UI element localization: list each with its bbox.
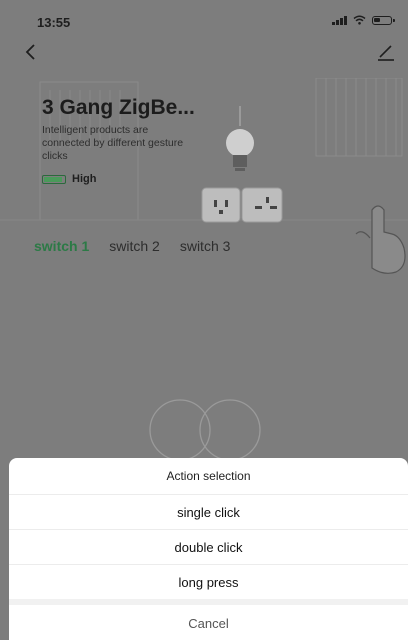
gesture-rings-icon <box>149 399 261 458</box>
action-sheet-title: Action selection <box>9 458 408 495</box>
battery-icon <box>372 15 395 25</box>
option-double-click[interactable]: double click <box>9 530 408 565</box>
app-screen: 13:55 3 Gang ZigBe... Intelligent produc… <box>0 0 408 640</box>
action-sheet: Action selection single click double cli… <box>9 458 408 640</box>
lightbulb-icon <box>226 106 254 171</box>
tab-switch-3[interactable]: switch 3 <box>180 238 231 254</box>
status-bar: 13:55 <box>0 0 408 40</box>
device-name: 3 Gang ZigBe... <box>42 96 195 119</box>
signal-icon <box>332 15 347 25</box>
battery-status: High <box>42 173 96 185</box>
option-single-click[interactable]: single click <box>9 495 408 530</box>
tab-switch-2[interactable]: switch 2 <box>109 238 160 254</box>
option-long-press[interactable]: long press <box>9 565 408 599</box>
hand-icon <box>355 205 406 274</box>
wifi-icon <box>353 15 366 25</box>
battery-level-icon <box>42 174 66 184</box>
battery-level-label: High <box>72 173 97 185</box>
switch-tabs: switch 1 switch 2 switch 3 <box>34 238 250 254</box>
tab-switch-1[interactable]: switch 1 <box>34 238 89 254</box>
status-icons <box>332 15 395 25</box>
status-time: 13:55 <box>37 15 71 30</box>
cancel-button[interactable]: Cancel <box>9 605 408 640</box>
back-icon[interactable] <box>22 42 42 62</box>
device-description: Intelligent products are connected by di… <box>42 124 184 162</box>
edit-icon[interactable] <box>374 42 396 64</box>
socket-icon <box>201 187 283 223</box>
